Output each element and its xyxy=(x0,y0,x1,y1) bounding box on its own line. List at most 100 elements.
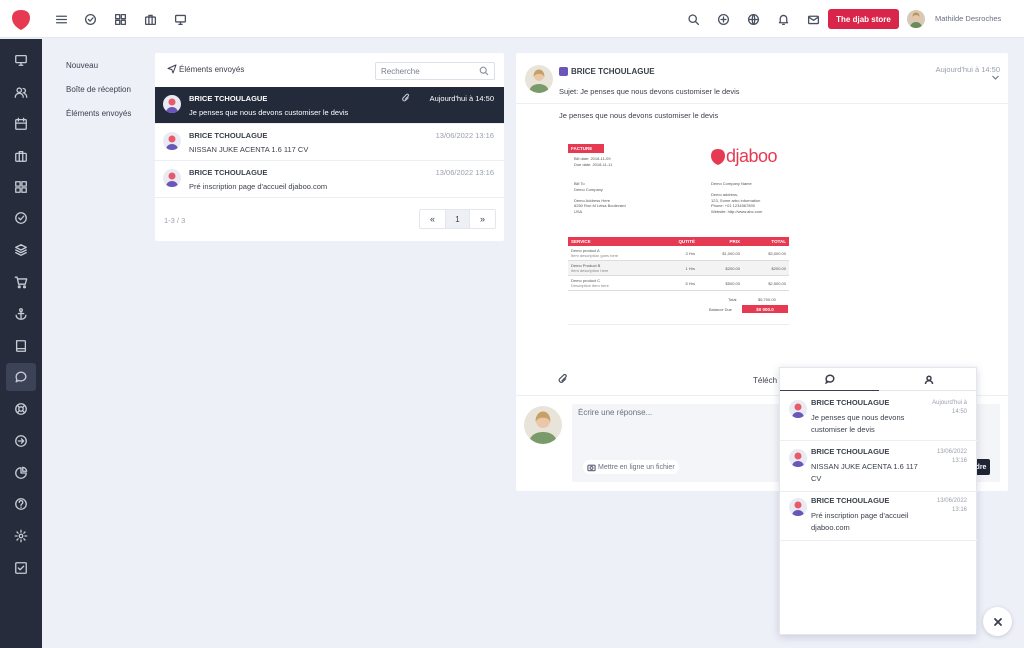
divider xyxy=(516,103,1008,104)
item-desc: Item description goes here xyxy=(571,253,619,258)
sender-avatar xyxy=(163,169,181,187)
next-page-button[interactable]: » xyxy=(470,210,495,228)
upload-file-label: Mettre en ligne un fichier xyxy=(598,463,675,471)
sidebar-help[interactable] xyxy=(6,490,36,518)
message-row[interactable]: BRICE TCHOULAGUE 13/06/2022 13:16 NISSAN… xyxy=(155,124,504,161)
sender-avatar xyxy=(163,132,181,150)
sidebar-apps[interactable] xyxy=(6,173,36,201)
app-logo[interactable] xyxy=(11,9,31,31)
invoice-header: FACTURE xyxy=(568,144,604,153)
sender-avatar xyxy=(163,95,181,113)
folder-inbox[interactable]: Boîte de réception xyxy=(66,85,131,94)
download-link[interactable]: Téléch xyxy=(753,376,777,385)
invoice-bill-to: Bill To Demo Company Demo Address Here 6… xyxy=(574,181,626,214)
bell-icon[interactable] xyxy=(775,11,791,27)
folder-new[interactable]: Nouveau xyxy=(66,61,98,70)
chat-item[interactable]: BRICE TCHOULAGUE Pré inscription page d'… xyxy=(780,493,978,541)
close-icon xyxy=(993,617,1002,626)
sidebar-calendar[interactable] xyxy=(6,110,36,138)
item-desc: Item description here xyxy=(571,268,609,273)
sender-avatar xyxy=(789,498,807,516)
sidebar-anchor[interactable] xyxy=(6,300,36,328)
briefcase-icon xyxy=(15,150,27,162)
tab-conversations[interactable] xyxy=(780,368,879,391)
globe-icon[interactable] xyxy=(745,11,761,27)
camera-icon xyxy=(587,464,596,471)
row-subject: NISSAN JUKE ACENTA 1.6 117 CV xyxy=(189,145,309,154)
item-total: $200.00 xyxy=(771,265,786,271)
sidebar-layers[interactable] xyxy=(6,236,36,264)
tab-contacts[interactable] xyxy=(879,368,978,391)
grid-icon[interactable] xyxy=(112,11,128,27)
djaboo-logo-icon xyxy=(711,148,725,165)
user-icon xyxy=(924,374,933,384)
chevron-down-icon[interactable] xyxy=(991,73,1000,82)
users-icon xyxy=(14,87,28,98)
reply-input[interactable] xyxy=(578,408,778,448)
chat-sender: BRICE TCHOULAGUE xyxy=(811,398,890,407)
prev-page-button[interactable]: « xyxy=(420,210,445,228)
chat-item[interactable]: BRICE TCHOULAGUE Je penses que nous devo… xyxy=(780,395,978,441)
divider xyxy=(568,324,789,325)
sidebar-forward[interactable] xyxy=(6,427,36,455)
sidebar-book[interactable] xyxy=(6,332,36,360)
menu-icon[interactable] xyxy=(53,11,69,27)
item-price: $500.00 xyxy=(725,280,740,286)
sidebar-contacts[interactable] xyxy=(6,78,36,106)
sidebar-tasks[interactable] xyxy=(6,204,36,232)
chat-message: Je penses que nous devons customiser le … xyxy=(811,413,905,434)
chat-item[interactable]: BRICE TCHOULAGUE NISSAN JUKE ACENTA 1.6 … xyxy=(780,444,978,492)
invoice-row: Demo product C Description item here 5 Hr… xyxy=(568,276,789,291)
sidebar-reports[interactable] xyxy=(6,459,36,487)
chat-message: Pré inscription page d'accueil djaboo.co… xyxy=(811,511,909,532)
sidebar-checklist[interactable] xyxy=(6,554,36,582)
search-box[interactable] xyxy=(375,62,495,80)
pie-chart-icon xyxy=(15,466,28,479)
store-button[interactable]: The djab store xyxy=(828,9,899,29)
layers-icon xyxy=(15,244,27,256)
send-icon xyxy=(167,64,177,74)
search-icon[interactable] xyxy=(479,66,489,76)
upload-file-button[interactable]: Mettre en ligne un fichier xyxy=(583,460,679,474)
close-chat-button[interactable] xyxy=(983,607,1012,636)
invoice-brand: djaboo xyxy=(710,146,778,167)
sidebar-support[interactable] xyxy=(6,395,36,423)
search-input[interactable] xyxy=(381,63,477,79)
user-name[interactable]: Mathilde Desroches xyxy=(935,14,1001,23)
user-avatar[interactable] xyxy=(907,10,925,28)
invoice-brand-name: djaboo xyxy=(726,146,778,166)
message-row[interactable]: BRICE TCHOULAGUE 13/06/2022 13:16 Pré in… xyxy=(155,161,504,198)
paperclip-icon xyxy=(402,93,410,102)
plus-circle-icon[interactable] xyxy=(715,11,731,27)
col-price: PRIX xyxy=(729,239,740,244)
search-icon[interactable] xyxy=(685,11,701,27)
chat-sender: BRICE TCHOULAGUE xyxy=(811,447,890,456)
invoice-total-value: $5,700.00 xyxy=(758,297,776,302)
row-subject: Pré inscription page d'accueil djaboo.co… xyxy=(189,182,328,191)
sidebar-projects[interactable] xyxy=(6,142,36,170)
arrow-right-circle-icon xyxy=(15,435,27,447)
row-time: Aujourd'hui à 14:50 xyxy=(429,94,494,103)
message-row[interactable]: BRICE TCHOULAGUE Aujourd'hui à 14:50 Je … xyxy=(155,87,504,124)
sidebar-dashboard[interactable] xyxy=(6,46,36,74)
reply-avatar xyxy=(524,406,562,444)
sidebar-settings[interactable] xyxy=(6,522,36,550)
item-desc: Description item here xyxy=(571,283,609,288)
chat-time: 13/06/2022 13:16 xyxy=(936,498,967,513)
chat-panel: BRICE TCHOULAGUE Je penses que nous devo… xyxy=(779,367,978,635)
paperclip-icon[interactable] xyxy=(557,373,569,385)
sidebar-cart[interactable] xyxy=(6,268,36,296)
invoice-row: Demo product A Item description goes here… xyxy=(568,246,789,261)
chat-icon xyxy=(824,374,835,384)
message-list-header: Éléments envoyés xyxy=(155,53,504,87)
sidebar-messages[interactable] xyxy=(6,363,36,391)
current-page-button[interactable]: 1 xyxy=(445,210,470,228)
check-circle-icon[interactable] xyxy=(82,11,98,27)
invoice-preview[interactable]: FACTURE Bill date: 2018-11-09 Due date: … xyxy=(568,144,790,325)
lifebuoy-icon xyxy=(15,403,27,415)
briefcase-icon[interactable] xyxy=(142,11,158,27)
mail-icon[interactable] xyxy=(805,11,821,27)
folder-sent[interactable]: Éléments envoyés xyxy=(66,109,131,118)
chat-sender: BRICE TCHOULAGUE xyxy=(811,496,890,505)
monitor-icon[interactable] xyxy=(172,11,188,27)
